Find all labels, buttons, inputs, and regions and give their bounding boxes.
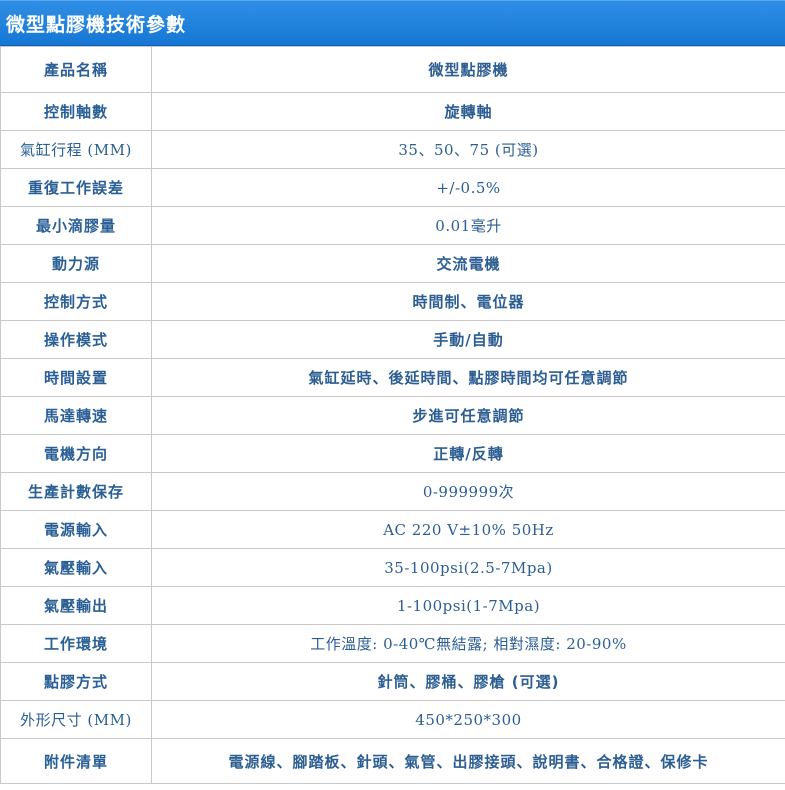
row-value: 手動/自動 bbox=[151, 320, 785, 359]
table-row: 產品名稱 微型點膠機 bbox=[0, 46, 785, 93]
table-row: 生產計數保存 0-999999次 bbox=[0, 472, 785, 511]
row-value: 35-100psi(2.5-7Mpa) bbox=[151, 548, 785, 587]
table-row: 時間設置 氣缸延時、後延時間、點膠時間均可任意調節 bbox=[0, 358, 785, 397]
row-label: 氣缸行程 (MM) bbox=[0, 130, 152, 169]
row-value: AC 220 V±10% 50Hz bbox=[151, 510, 785, 549]
row-value: 步進可任意調節 bbox=[151, 396, 785, 435]
row-value: +/-0.5% bbox=[151, 168, 785, 207]
table-row: 最小滴膠量 0.01毫升 bbox=[0, 206, 785, 245]
table-row: 附件清單 電源線、腳踏板、針頭、氣管、出膠接頭、說明書、合格證、保修卡 bbox=[0, 738, 785, 784]
row-label: 工作環境 bbox=[0, 624, 152, 663]
table-row: 外形尺寸 (MM) 450*250*300 bbox=[0, 700, 785, 739]
row-value: 交流電機 bbox=[151, 244, 785, 283]
table-row: 電機方向 正轉/反轉 bbox=[0, 434, 785, 473]
table-row: 氣缸行程 (MM) 35、50、75 (可選) bbox=[0, 130, 785, 169]
table-row: 點膠方式 針筒、膠桶、膠槍 (可選) bbox=[0, 662, 785, 701]
title-bar: 微型點膠機技術參數 bbox=[0, 0, 785, 46]
row-value: 0-999999次 bbox=[151, 472, 785, 511]
spec-sheet: 微型點膠機技術參數 產品名稱 微型點膠機 控制軸數 旋轉軸 氣缸行程 (MM) … bbox=[0, 0, 785, 790]
row-label: 生產計數保存 bbox=[0, 472, 152, 511]
row-label: 控制軸數 bbox=[0, 92, 152, 131]
row-label: 馬達轉速 bbox=[0, 396, 152, 435]
table-row: 控制方式 時間制、電位器 bbox=[0, 282, 785, 321]
spec-table: 產品名稱 微型點膠機 控制軸數 旋轉軸 氣缸行程 (MM) 35、50、75 (… bbox=[0, 46, 785, 784]
row-label: 操作模式 bbox=[0, 320, 152, 359]
row-label: 電源輸入 bbox=[0, 510, 152, 549]
table-row: 控制軸數 旋轉軸 bbox=[0, 92, 785, 131]
row-label: 產品名稱 bbox=[0, 46, 152, 93]
row-value: 針筒、膠桶、膠槍 (可選) bbox=[151, 662, 785, 701]
row-label: 動力源 bbox=[0, 244, 152, 283]
row-value: 450*250*300 bbox=[151, 700, 785, 739]
row-label: 重復工作誤差 bbox=[0, 168, 152, 207]
table-row: 氣壓輸出 1-100psi(1-7Mpa) bbox=[0, 586, 785, 625]
row-value: 氣缸延時、後延時間、點膠時間均可任意調節 bbox=[151, 358, 785, 397]
row-value: 35、50、75 (可選) bbox=[151, 130, 785, 169]
table-row: 重復工作誤差 +/-0.5% bbox=[0, 168, 785, 207]
row-label: 電機方向 bbox=[0, 434, 152, 473]
table-row: 操作模式 手動/自動 bbox=[0, 320, 785, 359]
row-value: 時間制、電位器 bbox=[151, 282, 785, 321]
row-label: 控制方式 bbox=[0, 282, 152, 321]
page-title: 微型點膠機技術參數 bbox=[6, 13, 187, 36]
row-value: 0.01毫升 bbox=[151, 206, 785, 245]
row-value: 電源線、腳踏板、針頭、氣管、出膠接頭、說明書、合格證、保修卡 bbox=[151, 738, 785, 784]
table-row: 電源輸入 AC 220 V±10% 50Hz bbox=[0, 510, 785, 549]
table-row: 工作環境 工作溫度: 0-40℃無結露; 相對濕度: 20-90% bbox=[0, 624, 785, 663]
table-row: 氣壓輸入 35-100psi(2.5-7Mpa) bbox=[0, 548, 785, 587]
row-label: 外形尺寸 (MM) bbox=[0, 700, 152, 739]
row-value: 工作溫度: 0-40℃無結露; 相對濕度: 20-90% bbox=[151, 624, 785, 663]
table-row: 馬達轉速 步進可任意調節 bbox=[0, 396, 785, 435]
row-value: 正轉/反轉 bbox=[151, 434, 785, 473]
table-row: 動力源 交流電機 bbox=[0, 244, 785, 283]
row-value: 微型點膠機 bbox=[151, 46, 785, 93]
row-value: 旋轉軸 bbox=[151, 92, 785, 131]
row-label: 附件清單 bbox=[0, 738, 152, 784]
row-label: 氣壓輸入 bbox=[0, 548, 152, 587]
row-label: 氣壓輸出 bbox=[0, 586, 152, 625]
row-label: 點膠方式 bbox=[0, 662, 152, 701]
row-label: 最小滴膠量 bbox=[0, 206, 152, 245]
row-label: 時間設置 bbox=[0, 358, 152, 397]
row-value: 1-100psi(1-7Mpa) bbox=[151, 586, 785, 625]
